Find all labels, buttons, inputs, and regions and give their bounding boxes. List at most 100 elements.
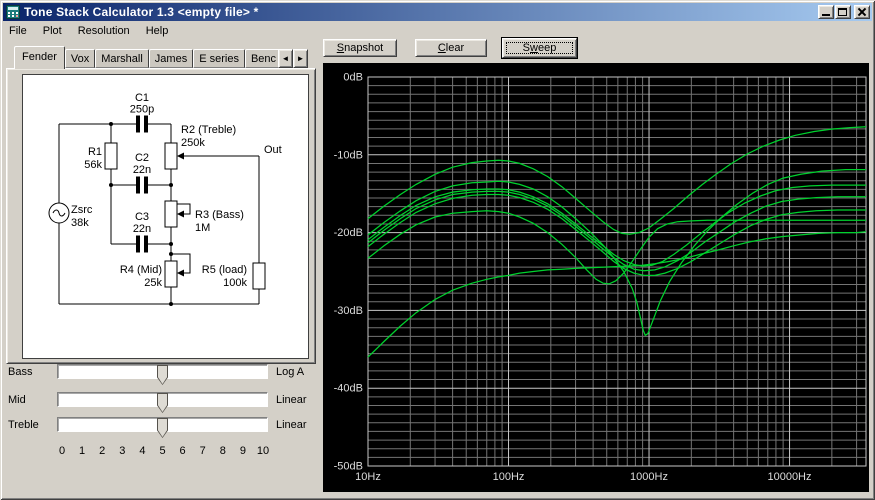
scale-tick-6: 6 [179,445,186,457]
tab-scroll-right-button[interactable]: ► [293,49,308,68]
maximize-icon [838,8,847,16]
tab-fender[interactable]: Fender [14,46,65,69]
bass-slider[interactable] [57,364,268,385]
tab-scroll-left-button[interactable]: ◄ [278,49,293,68]
scale-tick-7: 7 [199,445,206,457]
treble-label: Treble [8,419,39,431]
minimize-button[interactable] [818,5,834,19]
tab-strip: Fender Vox Marshall James E series Benc [14,46,283,69]
treble-slider[interactable] [57,417,268,438]
x-tick-label: 10Hz [355,471,381,483]
junction-dot [169,242,173,246]
treble-taper-label: Linear [276,419,307,431]
sweep-button[interactable]: Sweep [502,38,577,58]
schematic-canvas: C1 250p R2 (Treble) 250k R1 56k C2 22n C… [22,74,309,359]
scale-tick-4: 4 [139,445,146,457]
response-curve-sweep-7 [367,231,867,358]
scale-tick-8: 8 [219,445,226,457]
tone-stack-schematic: C1 250p R2 (Treble) 250k R1 56k C2 22n C… [48,92,282,306]
wiper-arrow-r3 [177,210,184,218]
bass-label: Bass [8,366,33,378]
potentiometer-r2 [164,142,178,170]
label-c2-value: 22n [133,164,151,176]
frequency-response-plot: 0dB-10dB-20dB-30dB-40dB-50dB10Hz 100Hz 100… [334,72,867,483]
clear-button-label: Clear [437,42,465,54]
schematic-panel: C1 250p R2 (Treble) 250k R1 56k C2 22n C… [6,68,316,364]
junction-dot [109,183,113,187]
slider-scale: 0 1 2 3 4 5 6 7 8 9 10 [57,445,270,458]
mid-label: Mid [8,394,26,406]
label-c3: C3 [135,211,149,223]
potentiometer-r3 [164,200,178,228]
x-tick-label: 100Hz [493,471,525,483]
minimize-icon [822,14,830,16]
plot-border [367,76,867,467]
arrow-right-icon: ► [296,54,305,63]
label-c1-value: 250p [130,104,154,116]
mid-slider-thumb[interactable] [157,393,168,413]
bass-taper-label: Log A [276,366,305,378]
menu-help[interactable]: Help [141,24,174,38]
potentiometer-r4 [164,260,178,288]
snapshot-button-label: Snapshot [336,42,384,54]
y-tick-label: -10dB [334,149,363,161]
window-controls [818,5,870,19]
capacitor-c2-plate [136,176,140,194]
menu-file[interactable]: File [4,24,32,38]
resistor-r1 [104,142,118,170]
sweep-button-label: Sweep [522,42,557,54]
scale-tick-5: 5 [159,445,166,457]
scale-tick-2: 2 [99,445,106,457]
scale-tick-10: 10 [256,445,270,457]
label-r4-value: 25k [144,277,162,289]
app-window: Tone Stack Calculator 1.3 <empty file> *… [0,0,875,500]
label-r3: R3 (Bass) [195,209,244,221]
capacitor-c2-plate [144,176,148,194]
label-r5-value: 100k [223,277,247,289]
treble-slider-thumb[interactable] [157,418,168,438]
label-zsrc-value: 38k [71,217,89,229]
tab-benc[interactable]: Benc [244,49,283,68]
capacitor-c1-plate [144,115,148,133]
capacitor-c3-plate [144,235,148,253]
label-c2: C2 [135,152,149,164]
clear-button[interactable]: Clear [415,39,487,57]
sine-icon [52,209,66,217]
tab-e-series[interactable]: E series [193,49,245,68]
snapshot-button[interactable]: Snapshot [323,39,397,57]
label-r1: R1 [88,146,102,158]
tab-vox[interactable]: Vox [64,49,96,68]
junction-dot [169,252,173,256]
menu-bar: File Plot Resolution Help [4,23,179,39]
menu-plot[interactable]: Plot [38,24,67,38]
window-title: Tone Stack Calculator 1.3 <empty file> * [24,5,259,19]
plot-area: 0dB -10dB -20dB -30dB -40dB -50dB 10Hz 100Hz 100… [323,63,869,492]
capacitor-c1-plate [136,115,140,133]
y-tick-label: -30dB [334,305,363,317]
bass-slider-thumb[interactable] [157,365,168,385]
app-icon [6,5,20,19]
scale-tick-3: 3 [119,445,126,457]
label-r2-value: 250k [181,137,205,149]
scale-tick-9: 9 [239,445,246,457]
x-tick-label: 10000Hz [767,471,811,483]
label-out: Out [264,144,282,156]
titlebar[interactable]: Tone Stack Calculator 1.3 <empty file> * [3,3,872,21]
scale-tick-1: 1 [79,445,86,457]
close-button[interactable] [854,5,870,19]
junction-dot [109,122,113,126]
mid-slider[interactable] [57,392,268,413]
wiper-arrow-r2 [177,152,184,160]
label-r5: R5 (load) [202,264,247,276]
mid-taper-label: Linear [276,394,307,406]
tab-james[interactable]: James [148,49,194,68]
scale-tick-0: 0 [58,445,66,457]
label-zsrc: Zsrc [71,204,93,216]
arrow-left-icon: ◄ [281,54,290,63]
maximize-button[interactable] [835,5,851,19]
capacitor-c3-plate [136,235,140,253]
x-tick-label: 1000Hz [630,471,668,483]
menu-resolution[interactable]: Resolution [73,24,135,38]
tab-marshall[interactable]: Marshall [95,49,149,68]
resistor-r5 [252,262,266,290]
